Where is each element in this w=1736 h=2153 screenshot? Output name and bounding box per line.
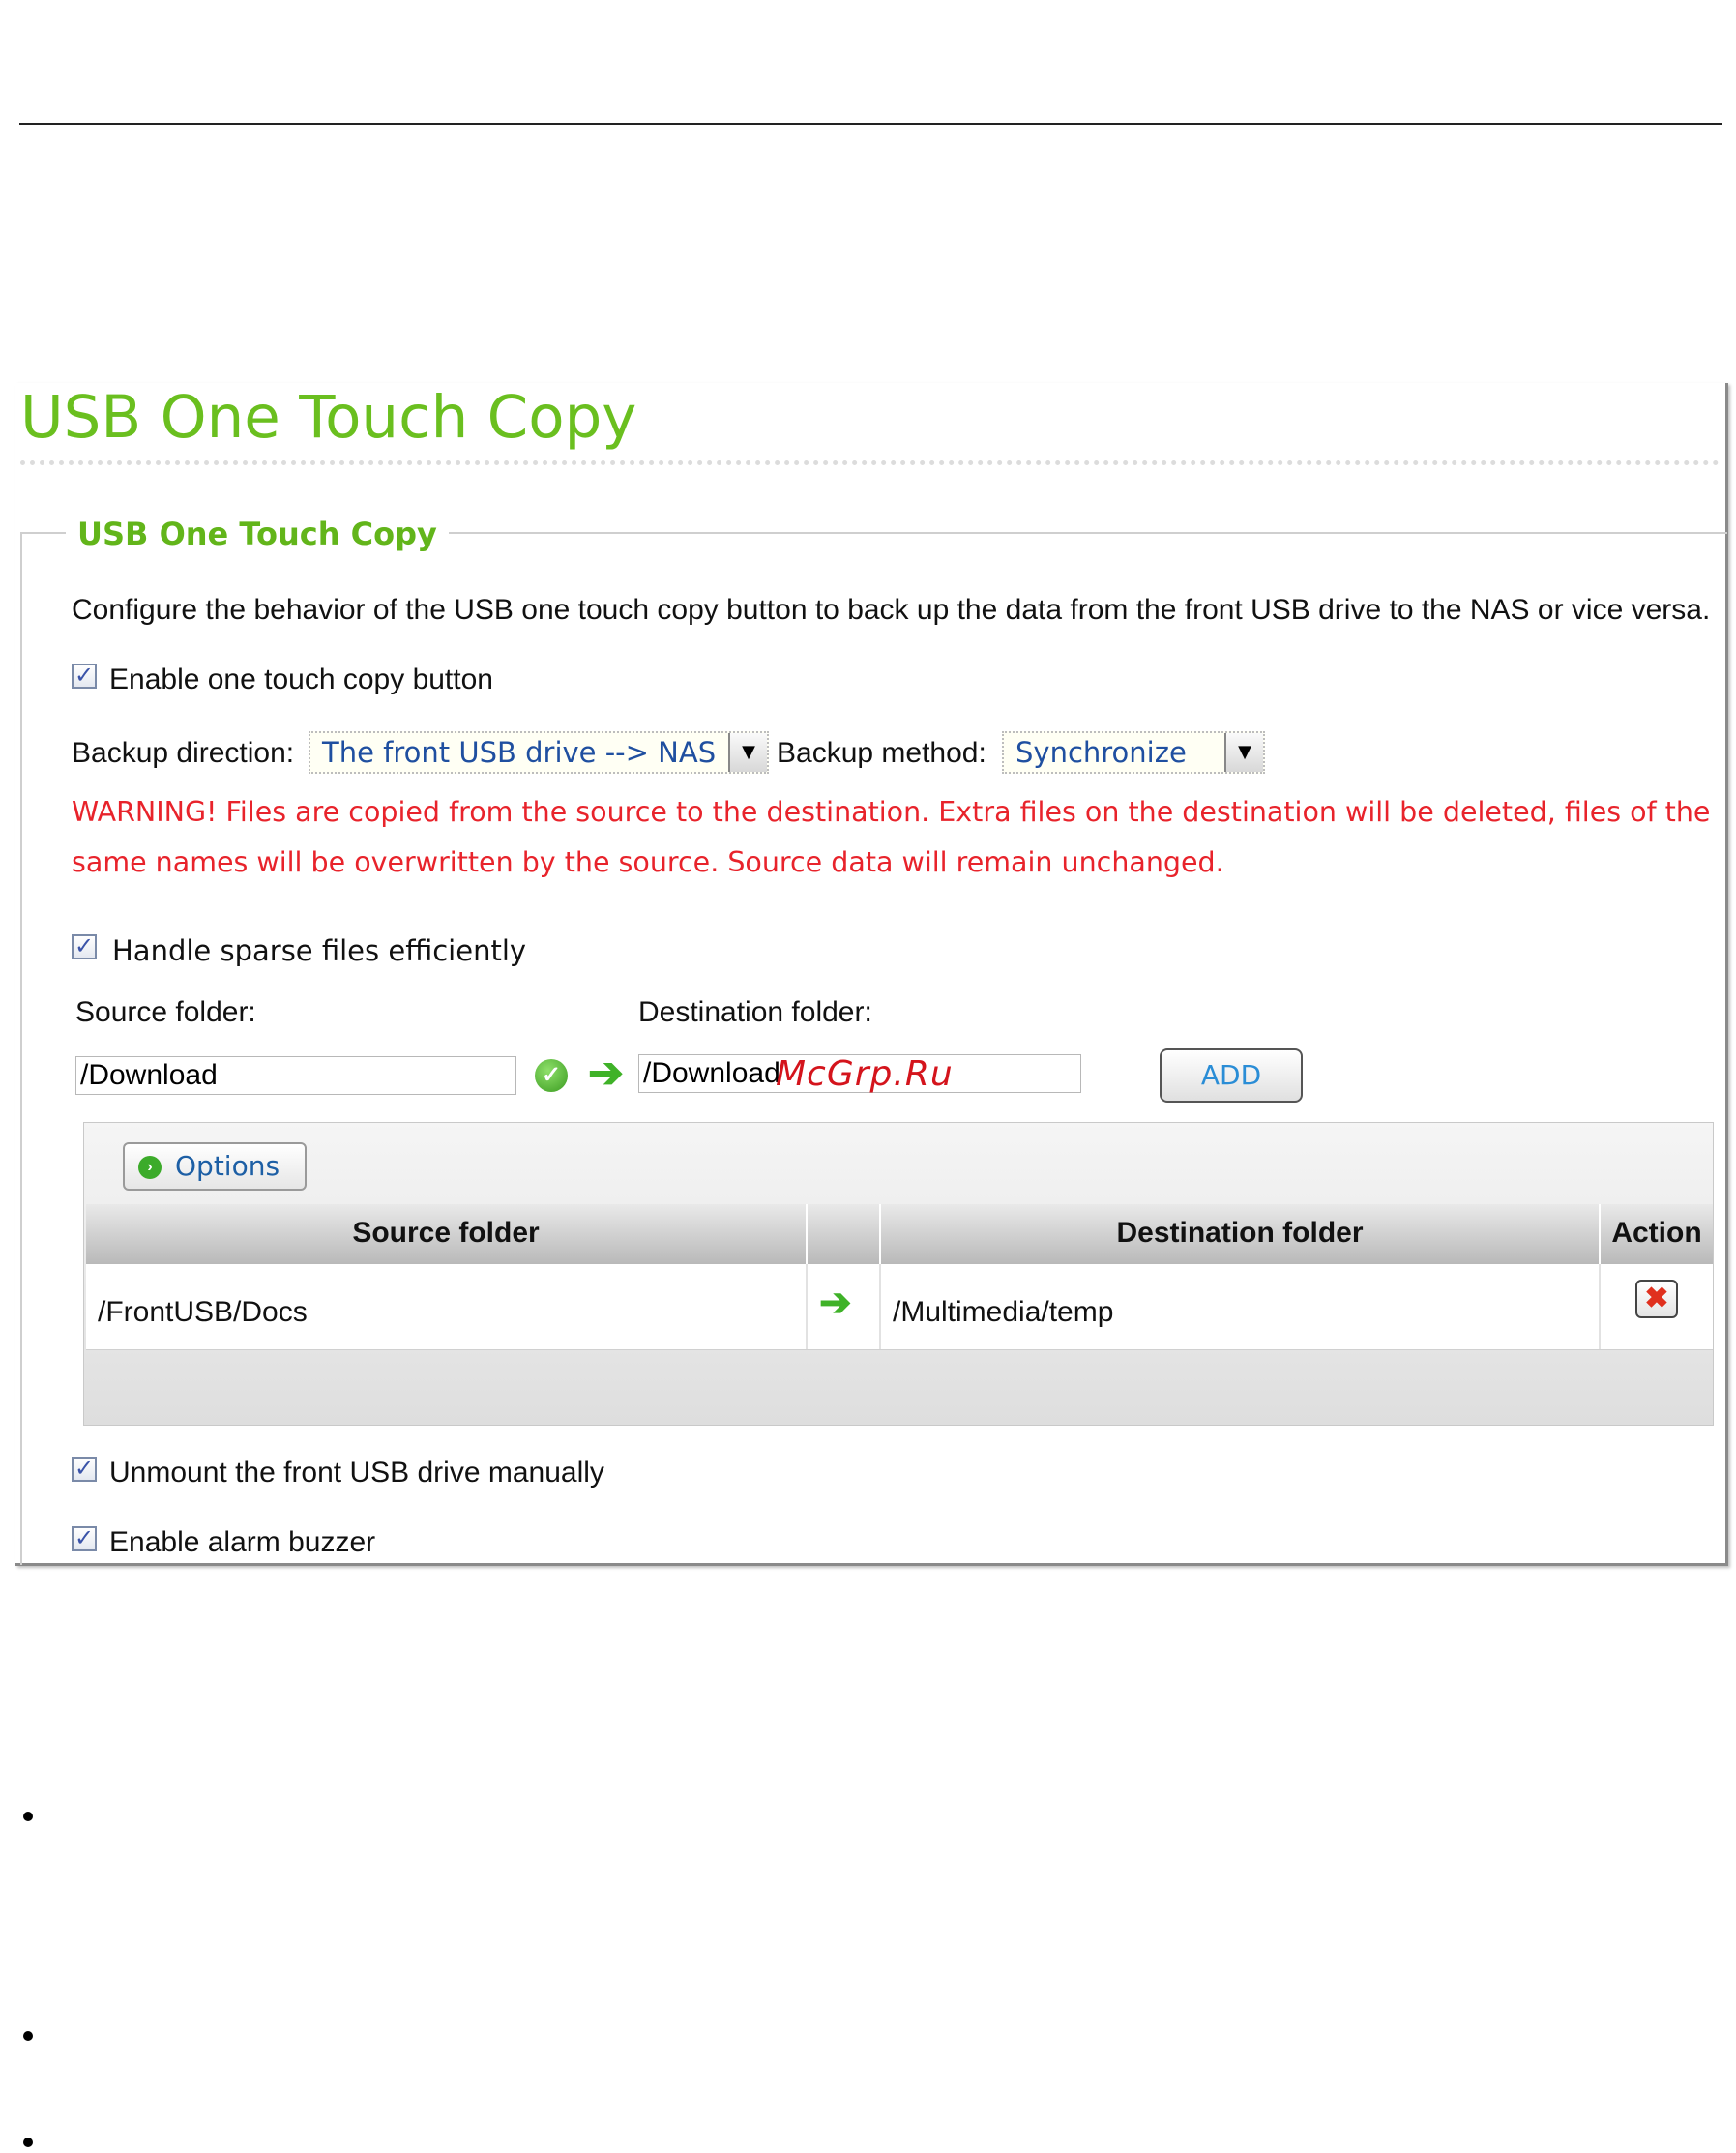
bullet-point [23, 2031, 33, 2041]
unmount-manually-checkbox[interactable]: ✓ [72, 1457, 97, 1482]
backup-method-label: Backup method: [777, 737, 986, 769]
table-row[interactable]: /FrontUSB/Docs ➔ /Multimedia/temp ✖ [86, 1264, 1713, 1350]
fieldset-legend: USB One Touch Copy [66, 516, 449, 552]
options-arrow-icon: › [138, 1156, 162, 1179]
header-action: Action [1611, 1217, 1702, 1249]
backup-method-select[interactable]: Synchronize ▼ [1002, 731, 1265, 774]
enable-one-touch-label: Enable one touch copy button [109, 664, 493, 695]
page-title: USB One Touch Copy [20, 383, 637, 452]
checkbox-checked-icon: ✓ [74, 933, 95, 959]
row-action-cell: ✖ [1601, 1264, 1713, 1349]
top-divider [19, 123, 1722, 125]
folder-pairs-grid: › Options Source folder Destination fold… [83, 1122, 1714, 1426]
options-button[interactable]: › Options [123, 1142, 307, 1191]
backup-direction-label: Backup direction: [72, 737, 295, 769]
header-source-folder[interactable]: Source folder [86, 1204, 808, 1264]
backup-direction-value: The front USB drive --> NAS [322, 736, 717, 769]
right-arrow-icon: ➔ [819, 1282, 852, 1324]
warning-text: WARNING! Files are copied from the sourc… [72, 796, 1711, 878]
source-folder-input[interactable]: /Download [75, 1056, 516, 1095]
sparse-files-checkbox[interactable]: ✓ [72, 934, 97, 959]
description-text: Configure the behavior of the USB one to… [72, 594, 1711, 626]
alarm-buzzer-checkbox[interactable]: ✓ [72, 1526, 97, 1551]
delete-icon[interactable]: ✖ [1635, 1280, 1678, 1318]
options-label: Options [175, 1150, 280, 1182]
row-destination-folder: /Multimedia/temp [881, 1264, 1601, 1349]
bullet-point [23, 2138, 33, 2147]
enable-one-touch-checkbox[interactable]: ✓ [72, 664, 97, 689]
destination-folder-label: Destination folder: [638, 996, 872, 1028]
watermark: McGrp.Ru [776, 1054, 954, 1094]
alarm-buzzer-label: Enable alarm buzzer [109, 1526, 376, 1558]
header-destination-folder[interactable]: Destination folder [881, 1204, 1601, 1264]
check-ok-icon: ✓ [535, 1059, 568, 1092]
backup-direction-select[interactable]: The front USB drive --> NAS ▼ [309, 731, 769, 774]
checkbox-checked-icon: ✓ [74, 1525, 95, 1551]
title-separator [20, 460, 1720, 465]
right-arrow-icon: ➔ [588, 1049, 624, 1097]
table-header: Source folder Destination folder Action [86, 1204, 1713, 1264]
source-folder-label: Source folder: [75, 996, 256, 1028]
header-arrow [808, 1204, 881, 1264]
row-source-folder: /FrontUSB/Docs [86, 1264, 808, 1349]
checkbox-checked-icon: ✓ [74, 1456, 95, 1482]
row-arrow-cell: ➔ [808, 1264, 881, 1349]
bullet-point [23, 1812, 33, 1821]
backup-method-value: Synchronize [1015, 736, 1187, 769]
chevron-down-icon[interactable]: ▼ [728, 733, 767, 772]
add-button[interactable]: ADD [1160, 1048, 1303, 1103]
checkbox-checked-icon: ✓ [74, 663, 95, 689]
chevron-down-icon[interactable]: ▼ [1224, 733, 1263, 772]
usb-one-touch-copy-panel: USB One Touch Copy USB One Touch Copy Co… [15, 383, 1728, 1566]
sparse-files-label: Handle sparse files efficiently [112, 934, 527, 967]
unmount-manually-label: Unmount the front USB drive manually [109, 1457, 604, 1489]
